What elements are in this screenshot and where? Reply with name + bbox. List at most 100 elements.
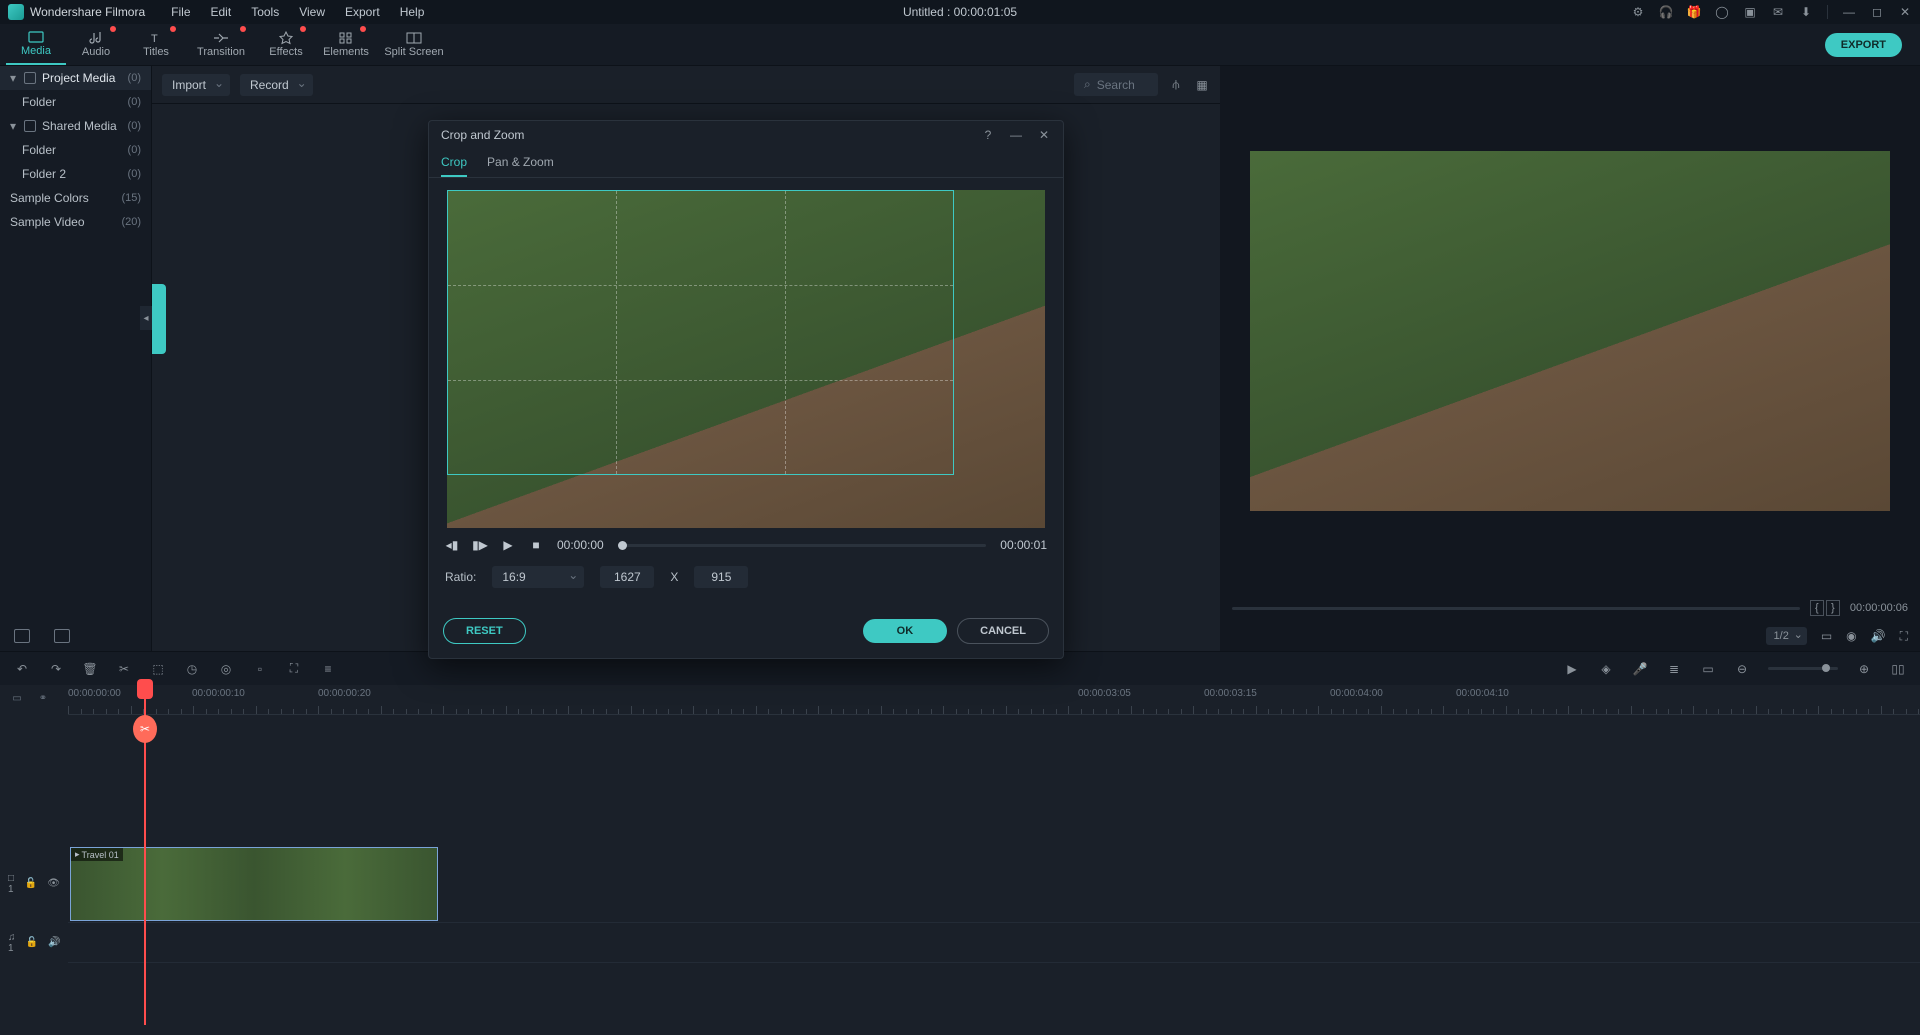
gift-icon[interactable]: 🎁 <box>1687 5 1701 19</box>
crop-handle-tr[interactable] <box>942 190 954 202</box>
ratio-dropdown[interactable]: 16:9 <box>492 566 584 588</box>
sidebar-item-project-media[interactable]: ▾Project Media (0) <box>0 66 151 90</box>
crop-icon[interactable]: ⬚ <box>150 661 166 677</box>
voiceover-icon[interactable]: 🎤 <box>1632 661 1648 677</box>
redo-icon[interactable]: ↷ <box>48 661 64 677</box>
minimize-icon[interactable]: — <box>1842 5 1856 19</box>
help-icon[interactable]: ? <box>981 128 995 142</box>
sidebar-collapse-button[interactable]: ◂ <box>140 306 152 330</box>
zoom-slider[interactable] <box>1768 667 1838 670</box>
message-icon[interactable]: ✉ <box>1771 5 1785 19</box>
mixer-icon[interactable]: ≣ <box>1666 661 1682 677</box>
marker-icon[interactable]: ◈ <box>1598 661 1614 677</box>
crop-handle-bl[interactable] <box>447 463 459 475</box>
preview-zoom-dropdown[interactable]: 1/2 <box>1766 627 1807 645</box>
tab-crop[interactable]: Crop <box>441 149 467 177</box>
menu-view[interactable]: View <box>291 1 333 23</box>
lock-icon[interactable]: 🔓 <box>26 937 38 948</box>
crop-handle-tl[interactable] <box>447 190 459 202</box>
zoom-out-icon[interactable]: ⊖ <box>1734 661 1750 677</box>
minimize-icon[interactable]: — <box>1009 128 1023 142</box>
crop-preview[interactable] <box>447 190 1045 528</box>
render-icon[interactable]: ▶ <box>1564 661 1580 677</box>
sidebar-item-sample-video[interactable]: Sample Video (20) <box>0 210 151 234</box>
zoom-fit-icon[interactable]: ▯▯ <box>1890 661 1906 677</box>
save-icon[interactable]: ▣ <box>1743 5 1757 19</box>
tab-titles[interactable]: T Titles <box>126 24 186 65</box>
new-folder-icon[interactable] <box>14 629 30 643</box>
tab-transition[interactable]: Transition <box>186 24 256 65</box>
menu-tools[interactable]: Tools <box>243 1 287 23</box>
account-icon[interactable]: ◯ <box>1715 5 1729 19</box>
reset-button[interactable]: RESET <box>443 618 526 644</box>
height-input[interactable]: 915 <box>694 566 748 588</box>
download-icon[interactable]: ⬇ <box>1799 5 1813 19</box>
import-dropdown[interactable]: Import <box>162 74 230 96</box>
crop-selection[interactable] <box>447 190 954 475</box>
stop-icon[interactable]: ■ <box>529 538 543 552</box>
fullscreen-icon[interactable]: ⛶ <box>1900 629 1908 644</box>
cancel-button[interactable]: CANCEL <box>957 618 1049 644</box>
snapshot-icon[interactable]: ◉ <box>1846 629 1856 643</box>
preview-slider[interactable] <box>1232 607 1800 610</box>
mark-in-icon[interactable]: { <box>1810 600 1824 616</box>
adjust-icon[interactable]: ⛶ <box>286 661 302 677</box>
zoom-in-icon[interactable]: ⊕ <box>1856 661 1872 677</box>
settings-icon[interactable]: ⚙ <box>1631 5 1645 19</box>
green-screen-icon[interactable]: ▫ <box>252 661 268 677</box>
modal-slider[interactable] <box>618 544 987 547</box>
display-icon[interactable]: ▭ <box>1821 629 1832 643</box>
ok-button[interactable]: OK <box>863 619 948 643</box>
mute-icon[interactable]: 🔊 <box>48 937 60 948</box>
close-icon[interactable]: ✕ <box>1037 128 1051 142</box>
play-pause-icon[interactable]: ▮▶ <box>473 538 487 552</box>
mark-out-icon[interactable]: } <box>1826 600 1840 616</box>
audio-track[interactable]: ♫ 1 🔓 🔊 <box>68 923 1920 963</box>
tab-split-screen[interactable]: Split Screen <box>376 24 452 65</box>
playhead-handle[interactable] <box>137 679 153 699</box>
sidebar-item-shared-media[interactable]: ▾Shared Media (0) <box>0 114 151 138</box>
close-icon[interactable]: ✕ <box>1898 5 1912 19</box>
lock-icon[interactable]: 🔓 <box>25 878 37 889</box>
play-icon[interactable]: ▶ <box>501 538 515 552</box>
crop-handle-br[interactable] <box>942 463 954 475</box>
prev-frame-icon[interactable]: ◂▮ <box>445 538 459 552</box>
video-track[interactable]: □ 1 🔓 👁 ▸ Travel 01 <box>68 845 1920 923</box>
tab-elements[interactable]: Elements <box>316 24 376 65</box>
sidebar-item-sample-colors[interactable]: Sample Colors (15) <box>0 186 151 210</box>
tab-pan-zoom[interactable]: Pan & Zoom <box>487 149 554 177</box>
speed-icon[interactable]: ◷ <box>184 661 200 677</box>
volume-icon[interactable]: 🔊 <box>1871 629 1886 643</box>
maximize-icon[interactable]: ◻ <box>1870 5 1884 19</box>
headphones-icon[interactable]: 🎧 <box>1659 5 1673 19</box>
sidebar-item-folder[interactable]: Folder (0) <box>0 138 151 162</box>
search-input[interactable]: ⌕ Search <box>1074 73 1158 96</box>
settings-icon[interactable]: ≡ <box>320 661 336 677</box>
playhead-scissor-icon[interactable]: ✂ <box>133 715 157 743</box>
sidebar-item-folder-2[interactable]: Folder 2 (0) <box>0 162 151 186</box>
color-icon[interactable]: ◎ <box>218 661 234 677</box>
playhead[interactable]: ✂ <box>144 685 146 1025</box>
delete-icon[interactable]: 🗑 <box>82 661 98 677</box>
menu-file[interactable]: File <box>163 1 198 23</box>
tab-audio[interactable]: Audio <box>66 24 126 65</box>
tracks-icon[interactable]: ▭ <box>1700 661 1716 677</box>
video-clip[interactable]: ▸ Travel 01 <box>70 847 438 921</box>
sidebar-item-folder[interactable]: Folder (0) <box>0 90 151 114</box>
visibility-icon[interactable]: 👁 <box>47 878 60 889</box>
tab-effects[interactable]: Effects <box>256 24 316 65</box>
folder-icon[interactable] <box>54 629 70 643</box>
split-icon[interactable]: ✂ <box>116 661 132 677</box>
filter-icon[interactable]: ⫛ <box>1168 77 1184 93</box>
undo-icon[interactable]: ↶ <box>14 661 30 677</box>
timeline-ruler[interactable]: ▭ ⚭ 00:00:00:0000:00:00:1000:00:00:2000:… <box>0 685 1920 715</box>
menu-edit[interactable]: Edit <box>203 1 240 23</box>
width-input[interactable]: 1627 <box>600 566 654 588</box>
menu-help[interactable]: Help <box>392 1 433 23</box>
record-dropdown[interactable]: Record <box>240 74 313 96</box>
snap-icon[interactable]: ▭ <box>10 691 24 705</box>
menu-export[interactable]: Export <box>337 1 388 23</box>
grid-view-icon[interactable]: ▦ <box>1194 77 1210 93</box>
export-button[interactable]: EXPORT <box>1825 33 1902 57</box>
tab-media[interactable]: Media <box>6 24 66 65</box>
